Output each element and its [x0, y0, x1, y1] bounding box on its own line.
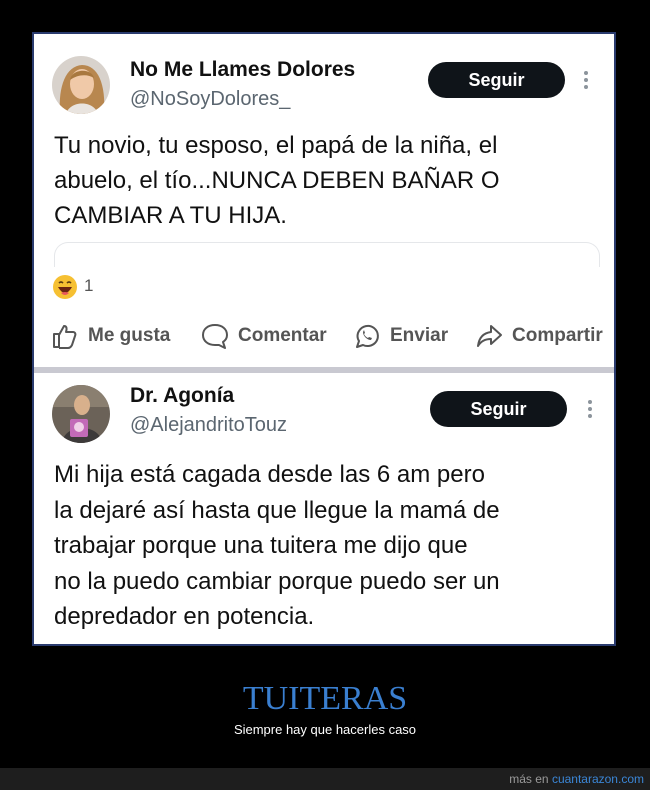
tweet-line: la dejaré así hasta que llegue la mamá d… — [54, 496, 500, 524]
footer-text: más en cuantarazon.com — [509, 772, 644, 786]
avatar[interactable] — [52, 385, 110, 443]
like-button[interactable]: Me gusta — [50, 318, 170, 354]
action-bar: Me gusta Comentar Enviar Compartir — [34, 318, 614, 354]
tweet-line: Mi hija está cagada desde las 6 am pero — [54, 461, 485, 488]
share-label: Compartir — [512, 325, 603, 346]
more-options-icon[interactable] — [588, 397, 594, 421]
whatsapp-icon — [356, 324, 379, 348]
tweet-dolores: No Me Llames Dolores @NoSoyDolores_ Segu… — [34, 34, 614, 367]
footer-bar: más en cuantarazon.com — [0, 768, 650, 790]
reaction-summary[interactable]: 1 — [52, 274, 93, 300]
share-arrow-icon — [477, 325, 502, 347]
footer-prefix: más en — [509, 772, 552, 786]
author-handle[interactable]: @AlejandritoTouz — [130, 414, 287, 437]
site-link[interactable]: cuantarazon.com — [552, 772, 644, 786]
tweet-line: abuelo, el tío...NUNCA DEBEN BAÑAR O — [54, 167, 500, 194]
thumbs-up-icon — [53, 325, 77, 349]
author-name[interactable]: No Me Llames Dolores — [130, 58, 355, 82]
caption-subtitle: Siempre hay que hacerles caso — [233, 722, 417, 737]
send-label: Enviar — [390, 325, 449, 346]
caption-title: TUITERAS — [242, 680, 408, 717]
send-button[interactable]: Enviar — [352, 318, 448, 354]
avatar-photo — [52, 56, 110, 114]
tweet-agonia: Dr. Agonía @AlejandritoTouz Seguir Mi hi… — [34, 373, 614, 644]
tweet-line: Tu novio, tu esposo, el papá de la niña,… — [54, 132, 498, 159]
author-handle[interactable]: @NoSoyDolores_ — [130, 88, 290, 111]
tweet-line: depredador en potencia. — [54, 603, 315, 630]
follow-button[interactable]: Seguir — [430, 391, 567, 427]
reaction-count: 1 — [84, 276, 94, 295]
comment-bubble-icon — [202, 324, 228, 349]
like-label: Me gusta — [88, 325, 171, 346]
tweet-text: Mi hija está cagada desde las 6 am pero … — [54, 457, 500, 635]
author-name[interactable]: Dr. Agonía — [130, 384, 234, 408]
screenshot-frame: No Me Llames Dolores @NoSoyDolores_ Segu… — [32, 32, 616, 646]
quoted-tweet-card[interactable] — [54, 242, 600, 267]
comment-label: Comentar — [238, 325, 327, 346]
follow-button[interactable]: Seguir — [428, 62, 565, 98]
avatar-photo — [52, 385, 110, 443]
tweet-line: CAMBIAR A TU HIJA. — [54, 202, 287, 229]
laughing-emoji-icon — [53, 275, 77, 299]
tweet-text: Tu novio, tu esposo, el papá de la niña,… — [54, 128, 500, 233]
avatar[interactable] — [52, 56, 110, 114]
more-options-icon[interactable] — [584, 68, 590, 92]
comment-button[interactable]: Comentar — [200, 318, 327, 354]
share-button[interactable]: Compartir — [474, 318, 603, 354]
tweet-line: trabajar porque una tuitera me dijo que — [54, 532, 468, 559]
tweet-line: no la puedo cambiar porque puedo ser un — [54, 567, 500, 595]
